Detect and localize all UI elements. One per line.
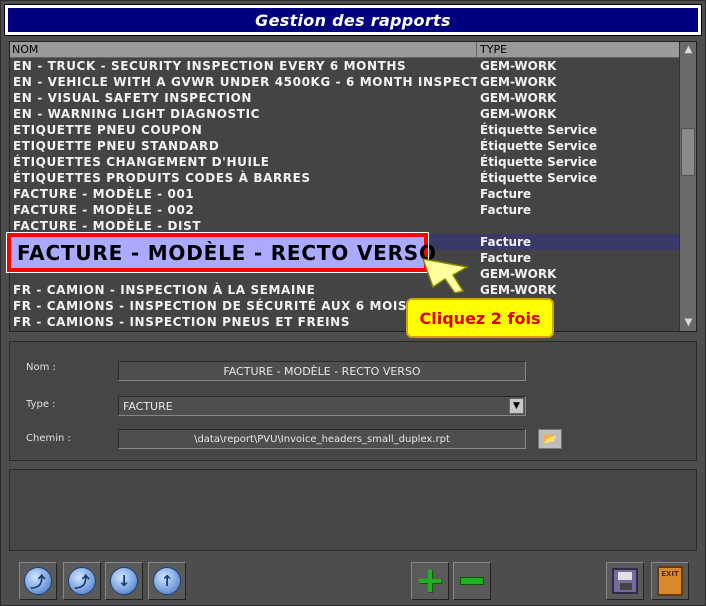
move-down-button[interactable]: ↓	[105, 562, 143, 600]
chemin-value: \data\report\PVU\Invoice_headers_small_d…	[194, 433, 450, 445]
highlighted-report-row[interactable]: FACTURE - MODÈLE - RECTO VERSO	[6, 232, 436, 273]
table-row[interactable]: EN - TRUCK - SECURITY INSPECTION EVERY 6…	[10, 58, 680, 74]
chemin-field[interactable]: \data\report\PVU\Invoice_headers_small_d…	[118, 429, 526, 449]
row-name: EN - VISUAL SAFETY INSPECTION	[13, 91, 253, 105]
column-header-type[interactable]: TYPE	[477, 42, 680, 57]
save-icon	[612, 568, 638, 594]
table-row[interactable]: ETIQUETTE PNEU STANDARD Étiquette Service	[10, 138, 680, 154]
row-type: GEM-WORK	[480, 75, 557, 89]
table-row[interactable]: FR - CAMIONS - INSPECTION PNEUS ET FREIN…	[10, 314, 680, 330]
row-type	[477, 218, 680, 234]
table-row[interactable]: EN - WARNING LIGHT DIAGNOSTIC GEM-WORK	[10, 106, 680, 122]
type-label: Type :	[26, 399, 56, 410]
save-button[interactable]	[606, 562, 644, 600]
callout-text: Cliquez 2 fois	[419, 308, 541, 328]
row-type: Facture	[480, 203, 532, 217]
row-type: Étiquette Service	[480, 139, 597, 153]
remove-button[interactable]	[453, 562, 491, 600]
row-type: Étiquette Service	[480, 171, 597, 185]
nom-label: Nom :	[26, 362, 56, 373]
empty-panel	[9, 469, 697, 551]
folder-icon: 📂	[543, 432, 557, 445]
list-header: NOM TYPE	[10, 42, 680, 58]
column-header-name[interactable]: NOM	[10, 42, 477, 57]
row-name: FACTURE - MODÈLE - 001	[13, 187, 195, 201]
move-up-page-button[interactable]: ⤴	[63, 562, 101, 600]
highlighted-report-name: FACTURE - MODÈLE - RECTO VERSO	[17, 240, 437, 265]
row-name: FR - CAMION - INSPECTION À LA SEMAINE	[13, 283, 316, 297]
row-name: ÉTIQUETTES CHANGEMENT D'HUILE	[13, 155, 270, 169]
row-type: GEM-WORK	[480, 91, 557, 105]
details-panel: Nom : FACTURE - MODÈLE - RECTO VERSO Typ…	[9, 341, 697, 461]
arrow-left-up-icon: ⤴	[24, 567, 52, 595]
scroll-up-icon[interactable]: ▲	[681, 43, 696, 57]
table-row[interactable]: ETIQUETTE PNEU COUPON Étiquette Service	[10, 122, 680, 138]
window-title: Gestion des rapports	[255, 10, 451, 30]
row-type: Facture	[480, 251, 532, 265]
arrow-up-icon: ↑	[153, 567, 181, 595]
row-type: GEM-WORK	[480, 107, 557, 121]
arrow-down-icon: ↓	[110, 567, 138, 595]
report-list[interactable]: NOM TYPE EN - TRUCK - SECURITY INSPECTIO…	[9, 41, 697, 332]
list-rows: EN - TRUCK - SECURITY INSPECTION EVERY 6…	[10, 58, 680, 330]
row-name: ETIQUETTE PNEU STANDARD	[13, 139, 220, 153]
row-type: GEM-WORK	[480, 283, 557, 297]
nom-value: FACTURE - MODÈLE - RECTO VERSO	[223, 364, 421, 378]
row-type: Étiquette Service	[480, 155, 597, 169]
chevron-down-icon[interactable]: ▼	[509, 398, 524, 414]
table-row[interactable]: FACTURE - MODÈLE - 002 Facture	[10, 202, 680, 218]
nom-field[interactable]: FACTURE - MODÈLE - RECTO VERSO	[118, 361, 526, 381]
minus-icon	[460, 577, 484, 585]
table-row[interactable]: FACTURE - MODÈLE - DIST	[10, 218, 680, 234]
plus-icon: +	[414, 560, 446, 601]
row-type: GEM-WORK	[480, 59, 557, 73]
row-name: EN - WARNING LIGHT DIAGNOSTIC	[13, 107, 261, 121]
row-name: EN - VEHICLE WITH A GVWR UNDER 4500KG - …	[13, 75, 477, 89]
type-value: FACTURE	[123, 399, 173, 413]
move-up-button[interactable]: ↑	[148, 562, 186, 600]
table-row[interactable]: EN - VEHICLE WITH A GVWR UNDER 4500KG - …	[10, 74, 680, 90]
table-row[interactable]: FR - CAMION - INSPECTION À LA SEMAINE GEM…	[10, 282, 680, 298]
row-name: FACTURE - MODÈLE - DIST	[13, 219, 202, 233]
chemin-label: Chemin :	[26, 433, 71, 444]
table-row[interactable]: ÉTIQUETTES PRODUITS CODES À BARRES Étique…	[10, 170, 680, 186]
browse-folder-button[interactable]: 📂	[538, 429, 562, 449]
exit-icon: EXIT	[657, 566, 683, 596]
row-name: ETIQUETTE PNEU COUPON	[13, 123, 203, 137]
row-name: FACTURE - MODÈLE - 002	[13, 203, 195, 217]
title-bar: Gestion des rapports	[4, 4, 702, 36]
move-top-button[interactable]: ⤴	[19, 562, 57, 600]
row-type: Facture	[480, 187, 532, 201]
exit-button[interactable]: EXIT	[651, 562, 689, 600]
table-row[interactable]: FACTURE - MODÈLE - 001 Facture	[10, 186, 680, 202]
report-manager-window: Gestion des rapports NOM TYPE EN - TRUCK…	[0, 0, 706, 606]
table-row[interactable]: ÉTIQUETTES CHANGEMENT D'HUILE Étiquette S…	[10, 154, 680, 170]
row-name: EN - TRUCK - SECURITY INSPECTION EVERY 6…	[13, 59, 407, 73]
pointer-arrow-icon	[421, 258, 470, 293]
vertical-scrollbar[interactable]: ▲ ▼	[679, 42, 696, 331]
table-row[interactable]: FR - CAMIONS - INSPECTION DE SÉCURITÉ AU…	[10, 298, 680, 314]
row-type: GEM-WORK	[480, 267, 557, 281]
arrow-right-up-icon: ⤴	[68, 567, 96, 595]
row-name: ÉTIQUETTES PRODUITS CODES À BARRES	[13, 171, 311, 185]
add-button[interactable]: +	[411, 562, 449, 600]
row-type: Étiquette Service	[480, 123, 597, 137]
scroll-down-icon[interactable]: ▼	[681, 316, 696, 330]
table-row[interactable]: EN - VISUAL SAFETY INSPECTION GEM-WORK	[10, 90, 680, 106]
row-type: Facture	[480, 235, 532, 249]
tooltip-callout: Cliquez 2 fois	[406, 298, 554, 338]
type-select[interactable]: FACTURE ▼	[118, 396, 526, 416]
scroll-thumb[interactable]	[681, 128, 695, 176]
